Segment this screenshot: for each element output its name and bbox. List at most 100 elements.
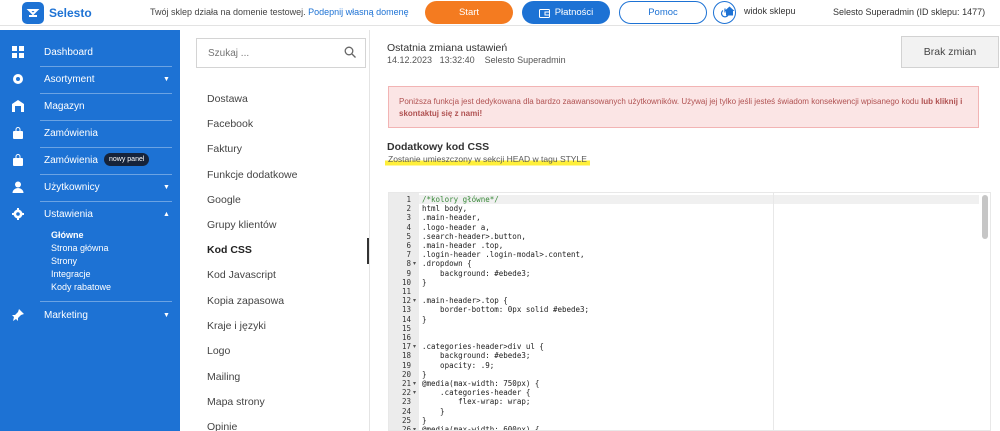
settings-item-logo[interactable]: Logo: [207, 345, 230, 357]
no-changes-button[interactable]: Brak zmian: [901, 36, 999, 68]
connect-domain-link[interactable]: Podepnij własną domenę: [308, 7, 409, 17]
pin-icon: [11, 308, 25, 322]
payments-button[interactable]: Płatności: [522, 1, 610, 24]
code-line[interactable]: .categories-header>div ul {: [422, 342, 544, 351]
active-line-highlight: [419, 195, 979, 204]
code-line[interactable]: .dropdown {: [422, 259, 472, 268]
settings-item-facebook[interactable]: Facebook: [207, 118, 253, 130]
settings-nav: Dostawa Facebook Faktury Funkcje dodatko…: [180, 30, 370, 431]
settings-item-js-code[interactable]: Kod Javascript: [207, 269, 276, 281]
code-line[interactable]: .logo-header a,: [422, 223, 490, 232]
main-content: Ostatnia zmiana ustawień 14.12.2023 13:3…: [371, 30, 1000, 431]
line-number: 3: [406, 213, 411, 223]
help-button[interactable]: Pomoc: [619, 1, 707, 24]
fold-toggle-icon[interactable]: ▾: [413, 343, 416, 350]
fold-toggle-icon[interactable]: ▾: [413, 297, 416, 304]
sidebar-item-marketing[interactable]: Marketing ▼: [0, 302, 180, 328]
settings-sub-homepage[interactable]: Strona główna: [51, 243, 109, 253]
settings-item-css-code[interactable]: Kod CSS: [207, 244, 252, 256]
warning-alert: Poniższa funkcja jest dedykowana dla bar…: [388, 86, 979, 128]
line-number: 18: [401, 351, 411, 361]
logo[interactable]: Selesto: [22, 2, 92, 24]
settings-item-sitemap[interactable]: Mapa strony: [207, 396, 265, 408]
section-title: Dodatkowy kod CSS: [387, 141, 490, 153]
code-line[interactable]: }: [422, 407, 445, 416]
line-number: 21: [401, 379, 411, 388]
settings-item-customer-groups[interactable]: Grupy klientów: [207, 219, 276, 231]
fold-toggle-icon[interactable]: ▾: [413, 389, 416, 396]
start-button[interactable]: Start: [425, 1, 513, 24]
bag-icon: [11, 126, 25, 140]
contact-us-link[interactable]: skontaktuj się z nami!: [399, 109, 482, 118]
code-line[interactable]: @media(max-width: 750px) {: [422, 379, 539, 388]
code-line[interactable]: }: [422, 315, 427, 324]
fold-toggle-icon[interactable]: ▾: [413, 260, 416, 267]
view-shop-link[interactable]: widok sklepu: [724, 6, 796, 16]
fold-toggle-icon[interactable]: ▾: [413, 380, 416, 387]
settings-item-google[interactable]: Google: [207, 194, 241, 206]
code-line[interactable]: opacity: .9;: [422, 361, 494, 370]
sidebar-item-orders[interactable]: Zamówienia: [0, 120, 180, 146]
settings-sub-pages[interactable]: Strony: [51, 256, 77, 266]
line-number: 13: [401, 305, 411, 315]
sidebar-item-label: Dashboard: [44, 46, 93, 58]
code-line[interactable]: .search-header>.button,: [422, 232, 526, 241]
sidebar-item-users[interactable]: Użytkownicy ▼: [0, 174, 180, 200]
line-number: 23: [401, 397, 411, 407]
code-line[interactable]: }: [422, 278, 427, 287]
last-change-meta: 14.12.2023 13:32:40 Selesto Superadmin: [387, 55, 566, 65]
line-number: 20: [401, 369, 411, 379]
payments-label: Płatności: [554, 7, 594, 18]
code-line[interactable]: .main-header>.top {: [422, 296, 508, 305]
settings-item-reviews[interactable]: Opinie: [207, 421, 237, 431]
user-icon: [11, 180, 25, 194]
line-number: 22: [401, 388, 411, 398]
code-line[interactable]: /*kolory główne*/: [422, 195, 499, 204]
css-code-editor[interactable]: 1 /*kolory główne*/ 2 html body, 3 .main-head…: [388, 192, 991, 431]
search-icon[interactable]: [344, 46, 356, 61]
settings-item-delivery[interactable]: Dostawa: [207, 93, 248, 105]
chevron-up-icon: ▲: [163, 210, 170, 218]
sidebar-item-settings[interactable]: Ustawienia ▲: [0, 201, 180, 227]
settings-item-extra-functions[interactable]: Funkcje dodatkowe: [207, 169, 297, 181]
code-line[interactable]: .categories-header {: [422, 388, 530, 397]
line-number: 8: [406, 259, 411, 269]
chevron-down-icon: ▼: [163, 311, 170, 319]
code-line[interactable]: background: #ebede3;: [422, 351, 530, 360]
line-number: 10: [401, 277, 411, 287]
settings-search: [196, 38, 366, 68]
settings-sub-main[interactable]: Główne: [51, 230, 84, 240]
settings-item-countries-languages[interactable]: Kraje i języki: [207, 320, 266, 332]
sidebar-item-magazyn[interactable]: Magazyn: [0, 93, 180, 119]
line-number: 24: [401, 406, 411, 416]
code-line[interactable]: html body,: [422, 204, 467, 213]
warning-click-link[interactable]: lub kliknij i: [921, 97, 962, 106]
line-number: 14: [401, 314, 411, 324]
code-line[interactable]: background: #ebede3;: [422, 269, 530, 278]
code-line[interactable]: .main-header .top,: [422, 241, 503, 250]
print-margin: [773, 193, 774, 430]
code-line[interactable]: border-bottom: 0px solid #ebede3;: [422, 305, 589, 314]
code-line[interactable]: @media(max-width: 600px) {: [422, 425, 539, 430]
code-line[interactable]: .login-header .login-modal>.content,: [422, 250, 585, 259]
test-domain-text: Twój sklep działa na domenie testowej.: [150, 7, 306, 17]
sidebar-item-orders-new-panel[interactable]: Zamówienia nowy panel: [0, 147, 180, 173]
settings-sub-integrations[interactable]: Integracje: [51, 269, 91, 279]
sidebar-item-asortyment[interactable]: Asortyment ▼: [0, 66, 180, 92]
code-line[interactable]: }: [422, 370, 427, 379]
line-number: 17: [401, 342, 411, 352]
code-line[interactable]: .main-header,: [422, 213, 481, 222]
search-input[interactable]: [197, 39, 337, 67]
last-change-date: 14.12.2023: [387, 55, 433, 65]
fold-toggle-icon[interactable]: ▾: [413, 426, 416, 430]
code-line[interactable]: }: [422, 416, 427, 425]
settings-item-invoices[interactable]: Faktury: [207, 143, 242, 155]
settings-item-mailing[interactable]: Mailing: [207, 371, 240, 383]
sidebar-item-dashboard[interactable]: Dashboard: [0, 39, 180, 65]
editor-scrollbar[interactable]: [982, 195, 988, 239]
line-number: 11: [401, 287, 411, 296]
test-domain-note: Twój sklep działa na domenie testowej. P…: [150, 7, 409, 17]
code-line[interactable]: flex-wrap: wrap;: [422, 397, 530, 406]
settings-sub-discount-codes[interactable]: Kody rabatowe: [51, 282, 111, 292]
settings-item-backup[interactable]: Kopia zapasowa: [207, 295, 284, 307]
